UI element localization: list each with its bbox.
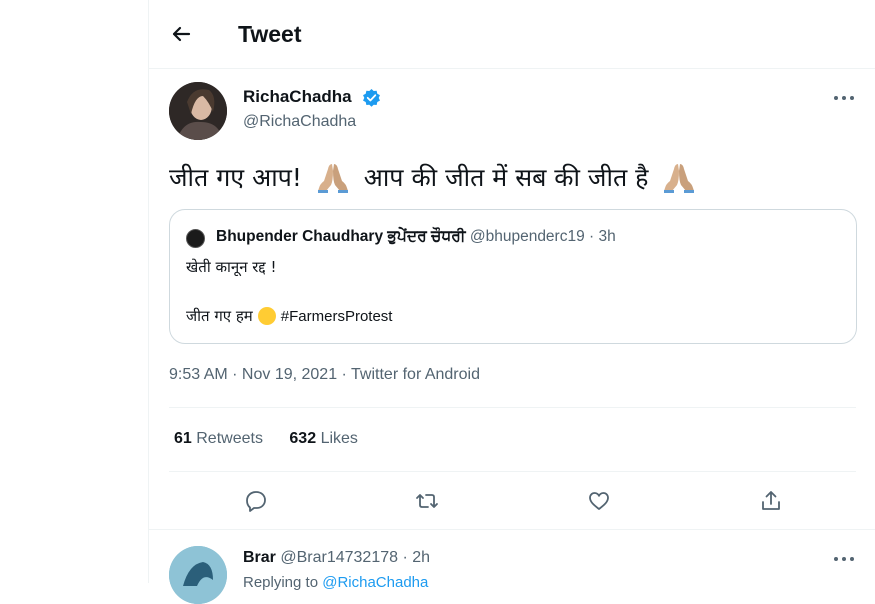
quoted-author-meta: @bhupenderc19 · 3h [469,228,616,245]
tweet-timestamp[interactable]: 9:53 AM · Nov 19, 2021 · Twitter for And… [169,366,480,384]
retweets-stat[interactable]: 61 Retweets [174,430,263,447]
tweet-column: Tweet RichaChadha @RichaChadha जीत गए आप… [148,0,875,604]
folded-hands-emoji [664,164,695,193]
author-handle[interactable]: @RichaChadha [243,113,356,131]
share-button[interactable] [758,488,784,514]
quoted-author-avatar [186,229,205,248]
reply-button[interactable] [243,488,269,514]
reply-author-name[interactable]: Brar [243,549,276,566]
divider [149,529,875,530]
share-icon [762,491,780,510]
likes-label: Likes [320,430,358,447]
retweets-count: 61 [174,430,192,447]
avatar-photo [169,82,227,140]
reply-header: Brar @Brar14732178 · 2h [243,549,430,567]
reply-avatar-photo [169,546,227,604]
quoted-tweet-line1: खेती कानून रद्द ! [186,258,277,276]
divider [169,407,856,408]
back-arrow-icon [172,26,191,42]
back-button[interactable] [167,20,195,48]
divider [169,471,856,472]
author-avatar[interactable] [169,82,227,140]
heart-icon [589,492,609,510]
likes-count: 632 [289,430,317,447]
quoted-line2-text: जीत गए हम [186,307,253,325]
tweet-stats: 61 Retweets 632 Likes [174,430,380,448]
reply-icon [246,491,266,512]
more-options-icon[interactable] [834,93,856,103]
reply-more-options-icon[interactable] [834,554,856,564]
retweet-button[interactable] [414,488,440,514]
retweet-icon [416,494,438,508]
quoted-tweet[interactable]: Bhupender Chaudhary ਭੁਪੇਂਦਰ ਚੌਧਰੀ @bhupe… [169,209,857,344]
folded-hands-emoji [317,164,348,193]
like-button[interactable] [586,488,612,514]
fist-emoji [257,307,276,325]
quoted-author-name: Bhupender Chaudhary ਭੁਪੇਂਦਰ ਚੌਧਰੀ [216,228,466,245]
tweet-text-part1: जीत गए आप! [169,163,302,192]
likes-stat[interactable]: 632 Likes [289,430,358,447]
page-header: Tweet [149,0,875,69]
reply-author-avatar[interactable] [169,546,227,604]
author-name[interactable]: RichaChadha [243,87,352,107]
hashtag-link[interactable]: #FarmersProtest [281,308,393,325]
verified-badge-icon [363,88,380,107]
retweets-label: Retweets [196,430,263,447]
tweet-text: जीत गए आप! आप की जीत में सब की जीत है [169,160,702,197]
quoted-tweet-line2: जीत गए हम #FarmersProtest [186,306,392,326]
tweet-text-part2: आप की जीत में सब की जीत है [363,163,649,192]
page-title: Tweet [238,21,302,47]
reply-author-meta: @Brar14732178 · 2h [280,549,431,566]
quoted-tweet-header: Bhupender Chaudhary ਭੁਪੇਂਦਰ ਚੌਧਰੀ @bhupe… [216,228,616,246]
